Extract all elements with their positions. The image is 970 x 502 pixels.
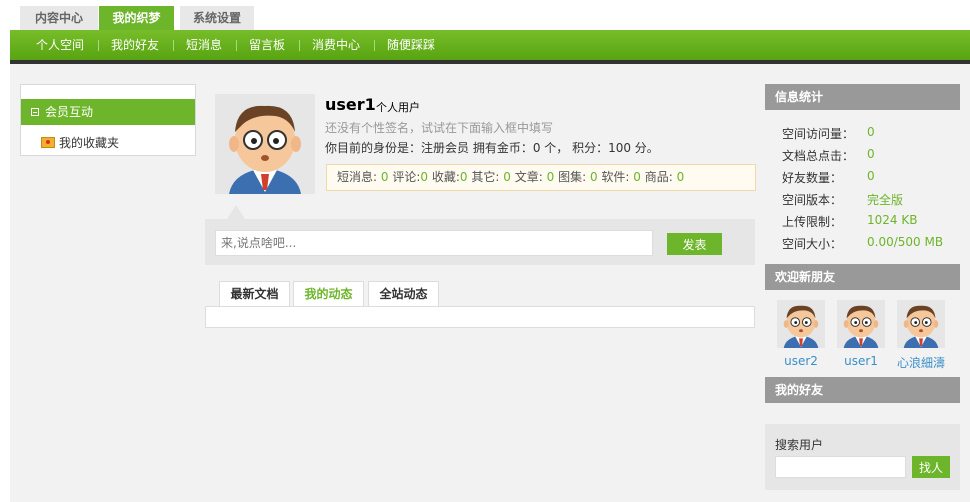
main-nav: 个人空间 我的好友 短消息 留言板 消费中心 随便踩踩 <box>10 30 970 60</box>
find-user-button[interactable]: 找人 <box>912 456 950 478</box>
avatar <box>215 94 315 194</box>
stat-value[interactable]: 0 <box>633 170 641 184</box>
stat-label: 短消息: <box>337 170 378 184</box>
nav-item-guestbook[interactable]: 留言板 <box>249 30 285 60</box>
tab-system-settings[interactable]: 系统设置 <box>180 6 254 30</box>
stat-value[interactable]: 0 <box>381 170 389 184</box>
status-input[interactable] <box>215 230 653 256</box>
main-content: 会员互动 我的收藏夹 user1 个人用户 还没有个性签名，试试在下面输入框中填… <box>10 64 970 502</box>
my-friends-header: 我的好友 <box>765 377 960 403</box>
friend-name-link[interactable]: 心浪細濤 <box>891 354 951 371</box>
stat-label: 文档总点击： <box>782 149 855 163</box>
top-tabs: 内容中心 我的织梦 系统设置 <box>0 0 970 30</box>
stat-value: 0.00/500 MB <box>867 235 944 249</box>
friend-name-link[interactable]: user2 <box>771 354 831 368</box>
nav-item-personal-space[interactable]: 个人空间 <box>36 30 84 60</box>
signature-hint: 还没有个性签名，试试在下面输入框中填写 <box>325 121 554 135</box>
stat-value[interactable]: 0 <box>503 170 511 184</box>
avatar-image <box>897 300 945 348</box>
nav-item-messages[interactable]: 短消息 <box>186 30 222 60</box>
stat-label: 空间大小： <box>782 237 843 251</box>
stat-value[interactable]: 0 <box>590 170 598 184</box>
sidebar-item-label: 我的收藏夹 <box>59 136 120 150</box>
stat-value[interactable]: 0 <box>677 170 685 184</box>
nav-item-consumption[interactable]: 消费中心 <box>312 30 360 60</box>
sidebar-item-member-interaction[interactable]: 会员互动 <box>21 99 195 125</box>
nav-separator <box>173 40 174 51</box>
sidebar-item-label: 会员互动 <box>45 105 94 119</box>
stat-value: 0 <box>867 169 875 183</box>
pointer-arrow <box>227 205 245 219</box>
stat-label: 文章: <box>514 170 543 184</box>
stat-label: 商品: <box>644 170 673 184</box>
avatar-image <box>777 300 825 348</box>
nav-separator <box>236 40 237 51</box>
identity-info: 你目前的身份是：注册会员 拥有金币：0 个， 积分：100 分。 <box>325 141 659 155</box>
stat-value[interactable]: 0 <box>547 170 555 184</box>
friend-card[interactable]: 心浪細濤 <box>897 300 945 371</box>
stat-label: 空间访问量： <box>782 127 855 141</box>
stat-label: 图集: <box>558 170 587 184</box>
nav-item-my-friends[interactable]: 我的好友 <box>111 30 159 60</box>
username: user1 <box>325 95 376 114</box>
tab-my-activity[interactable]: 我的动态 <box>293 281 364 307</box>
search-user-input[interactable] <box>775 456 906 478</box>
stat-label: 软件: <box>601 170 630 184</box>
nav-separator <box>374 40 375 51</box>
search-users-box: 搜索用户 找人 <box>765 424 960 490</box>
user-type: 个人用户 <box>376 101 420 114</box>
avatar[interactable] <box>897 300 945 348</box>
friend-name-link[interactable]: user1 <box>831 354 891 368</box>
stat-label: 上传限制： <box>782 215 843 229</box>
collapse-icon <box>31 108 39 116</box>
activity-stats: 短消息: 0 评论:0 收藏:0 其它: 0 文章: 0 图集: 0 软件: 0… <box>326 164 756 191</box>
stat-label: 空间版本： <box>782 193 843 207</box>
tab-my-dream[interactable]: 我的织梦 <box>99 6 174 30</box>
tab-panel <box>205 306 755 328</box>
sidebar-item-favorites[interactable]: 我的收藏夹 <box>41 133 119 153</box>
new-friends-header: 欢迎新朋友 <box>765 264 960 290</box>
stat-value[interactable]: 0 <box>460 170 468 184</box>
stat-label: 评论: <box>392 170 421 184</box>
nav-separator <box>98 40 99 51</box>
left-sidebar: 会员互动 我的收藏夹 <box>20 84 196 156</box>
tab-content-center[interactable]: 内容中心 <box>20 6 98 30</box>
avatar-image <box>837 300 885 348</box>
stat-value: 0 <box>867 147 875 161</box>
stat-label: 其它: <box>471 170 500 184</box>
tab-site-activity[interactable]: 全站动态 <box>368 281 439 307</box>
friend-card[interactable]: user1 <box>837 300 885 368</box>
info-stats-header: 信息统计 <box>765 84 960 110</box>
avatar[interactable] <box>777 300 825 348</box>
friend-card[interactable]: user2 <box>777 300 825 368</box>
post-button[interactable]: 发表 <box>667 233 722 255</box>
stat-value: 0 <box>867 125 875 139</box>
stat-value: 完全版 <box>867 193 904 207</box>
stat-value[interactable]: 0 <box>420 170 428 184</box>
stat-label: 收藏: <box>431 170 460 184</box>
nav-item-random-visit[interactable]: 随便踩踩 <box>387 30 435 60</box>
stat-value: 1024 KB <box>867 213 918 227</box>
avatar-image <box>215 94 315 194</box>
folder-icon <box>41 137 55 148</box>
search-label: 搜索用户 <box>775 438 824 452</box>
stat-label: 好友数量： <box>782 171 843 185</box>
status-post-box: 发表 <box>205 219 755 265</box>
avatar[interactable] <box>837 300 885 348</box>
nav-separator <box>299 40 300 51</box>
tab-latest-docs[interactable]: 最新文档 <box>219 281 290 307</box>
